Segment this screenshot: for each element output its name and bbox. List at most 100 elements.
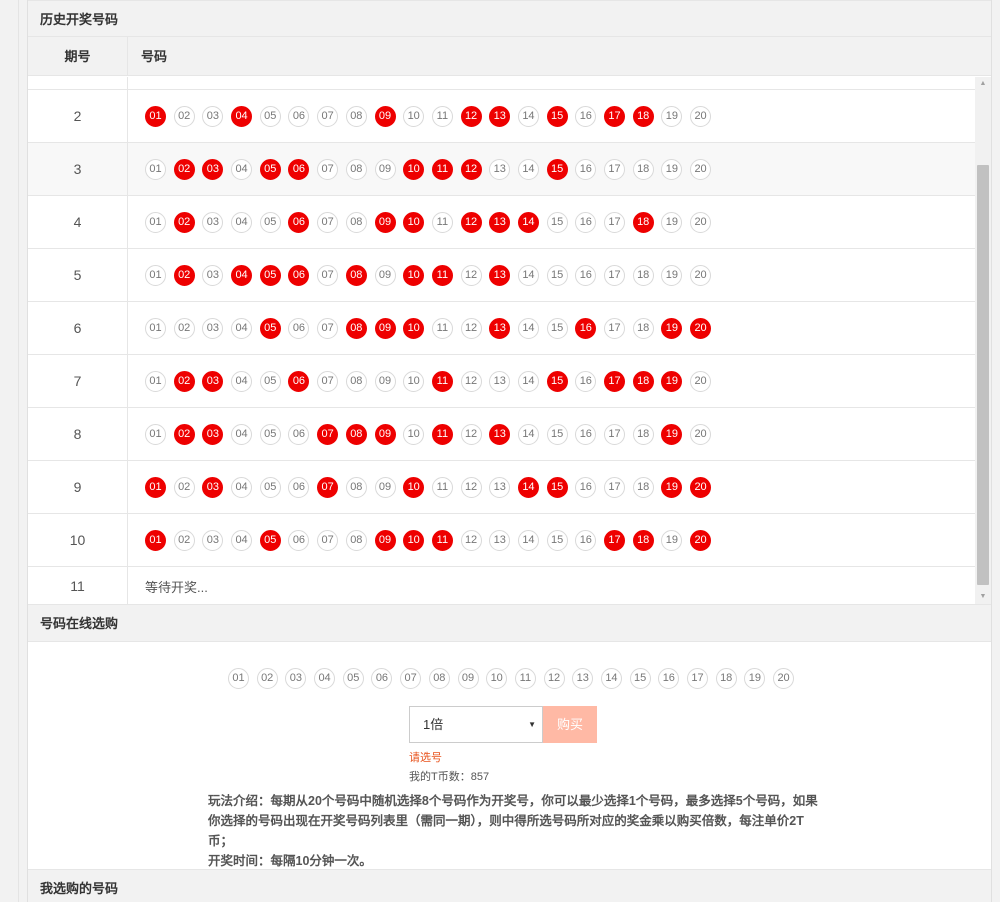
winning-number-ball: 10 (403, 476, 425, 498)
winning-number-ball: 10 (403, 529, 425, 551)
number-ball: 08 (345, 211, 367, 233)
multiplier-select[interactable]: 1倍 ▼ (409, 706, 543, 743)
winning-number-ball: 04 (231, 105, 253, 127)
winning-number-ball: 17 (604, 370, 625, 392)
period-cell: 10 (28, 514, 128, 566)
winning-number-ball: 02 (173, 423, 195, 445)
buy-panel-title: 号码在线选购 (28, 605, 991, 642)
scroll-thumb[interactable] (977, 165, 989, 585)
number-ball: 13 (489, 476, 511, 498)
winning-number-ball: 06 (288, 370, 310, 392)
number-ball: 10 (403, 105, 425, 127)
winning-number-ball: 14 (517, 476, 539, 498)
pick-number-ball[interactable]: 12 (543, 668, 565, 689)
winning-number-ball: 09 (374, 211, 396, 233)
pick-number-ball[interactable]: 02 (256, 668, 278, 689)
select-hint: 请选号 (409, 752, 442, 764)
multiplier-value: 1倍 (423, 717, 444, 732)
scroll-down-arrow-icon[interactable]: ▼ (975, 590, 991, 604)
pick-number-ball[interactable]: 03 (285, 668, 307, 689)
number-ball: 18 (632, 423, 654, 445)
pick-number-ball[interactable]: 06 (371, 668, 393, 689)
number-ball: 14 (517, 264, 539, 286)
buy-panel: 01 02 03 04 05 06 07 08 09 10 11 12 13 14 15 16 17 18 19 20… (28, 642, 991, 870)
pick-number-ball[interactable]: 16 (658, 668, 680, 689)
winning-number-ball: 12 (460, 158, 482, 180)
number-ball: 18 (632, 158, 654, 180)
winning-number-ball: 08 (345, 423, 367, 445)
table-row: 4 01 02 03 04 05 06 07 08 09 10 11 12 13 14 15 16 17 18 19 2… (28, 196, 976, 249)
winning-number-ball: 13 (489, 317, 511, 339)
number-ball: 02 (173, 529, 195, 551)
pick-number-ball[interactable]: 13 (572, 668, 594, 689)
my-numbers-title: 我选购的号码 (28, 870, 991, 902)
pick-number-ball[interactable]: 04 (314, 668, 336, 689)
number-ball: 18 (632, 476, 654, 498)
history-scrollbar[interactable]: ▲ ▼ (975, 77, 991, 604)
winning-number-ball: 04 (231, 264, 253, 286)
winning-number-ball: 19 (661, 317, 683, 339)
winning-number-ball: 11 (431, 158, 453, 180)
number-ball: 08 (345, 105, 367, 127)
pick-number-ball[interactable]: 09 (457, 668, 479, 689)
winning-number-ball: 09 (374, 105, 396, 127)
pick-number-ball[interactable]: 07 (400, 668, 422, 689)
winning-number-ball: 05 (259, 264, 281, 286)
pick-number-ball[interactable]: 14 (600, 668, 622, 689)
winning-number-ball: 12 (460, 211, 482, 233)
pick-number-ball[interactable]: 08 (428, 668, 450, 689)
number-ball: 17 (604, 423, 625, 445)
number-ball: 14 (517, 370, 539, 392)
number-ball: 06 (288, 105, 310, 127)
pick-number-ball[interactable]: 18 (715, 668, 737, 689)
winning-number-ball: 18 (632, 529, 654, 551)
pick-number-ball[interactable]: 17 (687, 668, 708, 689)
number-ball: 13 (489, 370, 511, 392)
winning-number-ball: 19 (661, 476, 683, 498)
number-ball: 06 (288, 423, 310, 445)
period-cell: 4 (28, 196, 128, 248)
history-table-body[interactable]: 2 01 02 03 04 05 06 07 08 09 10 11 12 13 14 15 16 17 18 19 2… (28, 77, 976, 604)
winning-number-ball: 15 (546, 105, 568, 127)
winning-number-ball: 13 (489, 423, 511, 445)
number-ball: 20 (690, 370, 712, 392)
winning-number-ball: 15 (546, 476, 568, 498)
number-ball: 02 (173, 317, 195, 339)
winning-number-ball: 03 (202, 423, 224, 445)
draw-schedule: 开奖时间：每隔10分钟一次。 (208, 854, 372, 868)
number-ball: 19 (661, 158, 683, 180)
pick-number-ball[interactable]: 15 (629, 668, 651, 689)
scroll-up-arrow-icon[interactable]: ▲ (975, 77, 991, 91)
number-ball: 06 (288, 529, 310, 551)
pick-number-ball[interactable]: 05 (342, 668, 364, 689)
period-cell (28, 77, 128, 89)
winning-number-ball: 17 (604, 529, 625, 551)
number-ball: 14 (517, 317, 539, 339)
number-ball: 02 (173, 476, 195, 498)
pick-number-ball[interactable]: 11 (514, 668, 536, 689)
number-ball: 04 (231, 158, 253, 180)
number-ball: 03 (202, 264, 224, 286)
table-row: 2 01 02 03 04 05 06 07 08 09 10 11 12 13 14 15 16 17 18 19 2… (28, 90, 976, 143)
main-content: 历史开奖号码 期号 号码 2 01 02 03 04 05 06 07 08 09 10 11 12 13… (27, 0, 992, 902)
number-ball: 11 (431, 211, 453, 233)
number-ball: 06 (288, 317, 310, 339)
winning-number-ball: 08 (345, 264, 367, 286)
pick-number-ball[interactable]: 19 (744, 668, 766, 689)
number-ball: 07 (317, 105, 339, 127)
winning-number-ball: 15 (546, 370, 568, 392)
number-ball: 16 (575, 423, 597, 445)
pick-number-ball[interactable]: 20 (773, 668, 795, 689)
numbers-cell: 01 02 03 04 05 06 07 08 09 10 11 12 13 14 15 16 17 18 19 20 (128, 514, 976, 566)
pick-number-ball[interactable]: 10 (486, 668, 508, 689)
winning-number-ball: 15 (546, 158, 568, 180)
winning-number-ball: 09 (374, 529, 396, 551)
number-ball: 05 (259, 211, 281, 233)
number-ball: 14 (517, 105, 539, 127)
number-ball: 05 (259, 476, 281, 498)
buy-button[interactable]: 购买 (543, 706, 597, 743)
pick-number-ball[interactable]: 01 (228, 668, 249, 689)
number-ball: 05 (259, 423, 281, 445)
number-ball: 16 (575, 264, 597, 286)
number-ball: 08 (345, 158, 367, 180)
